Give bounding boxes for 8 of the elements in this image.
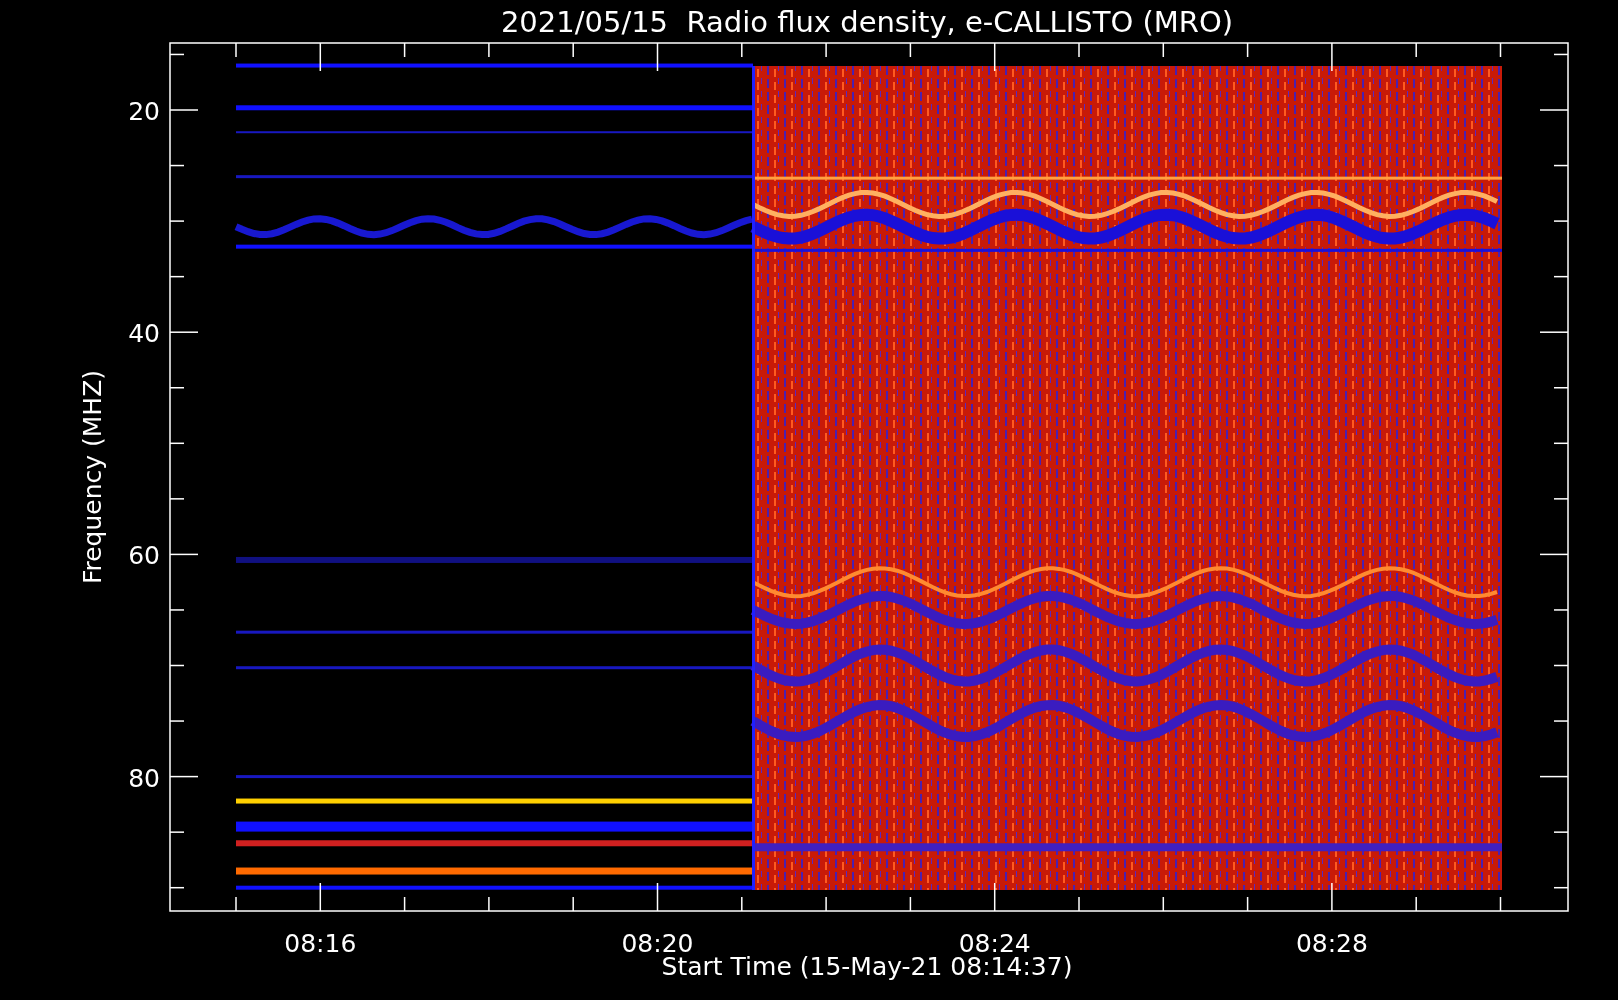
tick-label: 40 (128, 319, 160, 349)
tick-label: 08:28 (1295, 929, 1368, 958)
tick-label: 80 (128, 763, 160, 793)
tick-label: 60 (128, 541, 160, 571)
chart-title: 2021/05/15 Radio flux density, e-CALLISTO (MRO) (500, 5, 1234, 39)
tick-label: 20 (128, 97, 160, 126)
tick-label: 08:16 (284, 929, 357, 958)
axis-title: Frequency (MHZ) (78, 369, 107, 585)
